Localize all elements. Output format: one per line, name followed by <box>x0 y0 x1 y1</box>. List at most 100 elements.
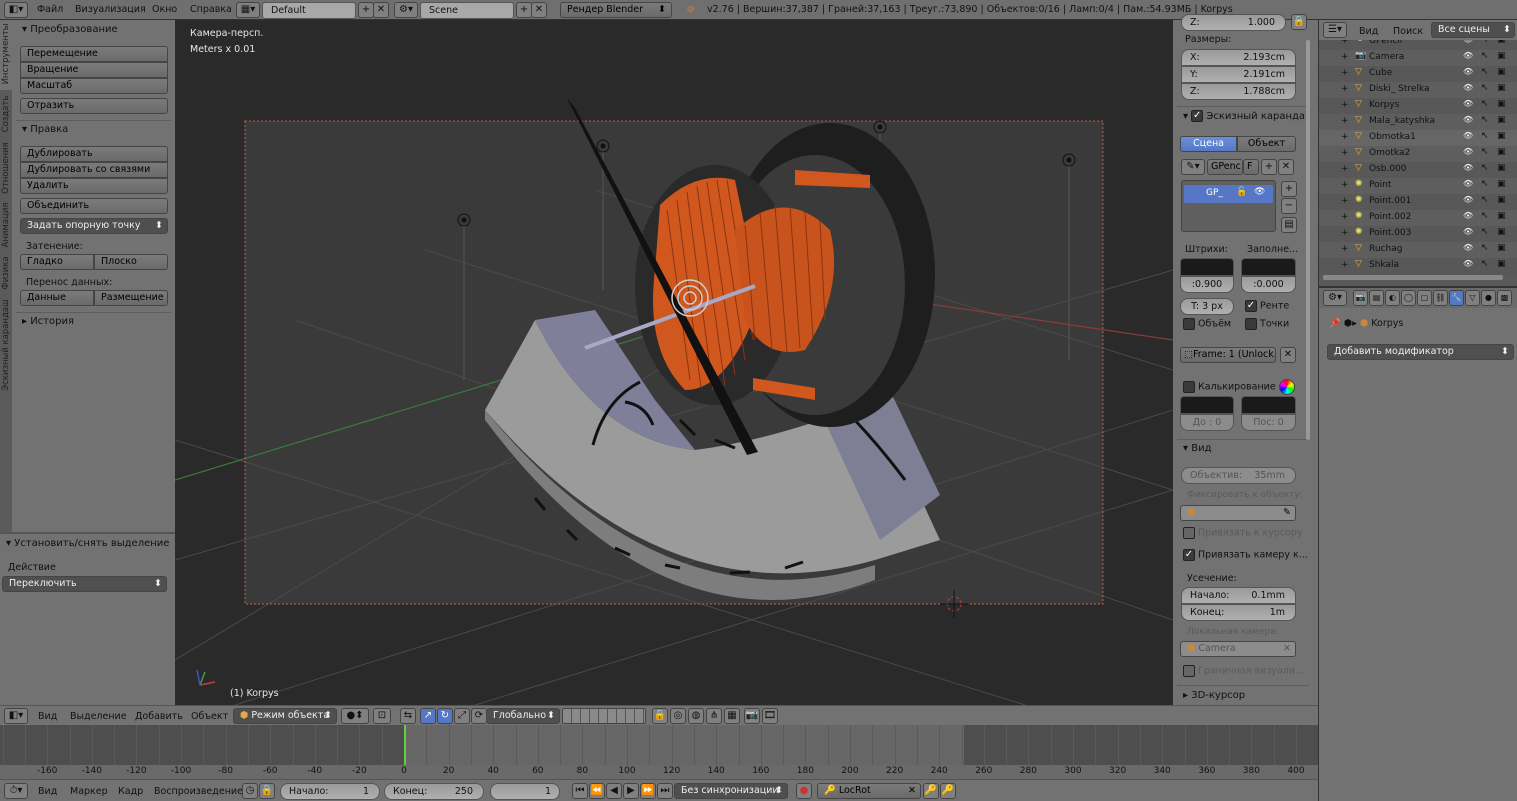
pin-icon[interactable]: 📌 <box>1329 318 1341 329</box>
clip-start-field[interactable]: Начало: 0.1mm <box>1181 587 1296 604</box>
expand-icon[interactable]: + <box>1341 116 1349 126</box>
fill-color-swatch[interactable] <box>1241 258 1296 276</box>
outliner-row[interactable]: + ▽ Korpys 👁 ↖ ▣ <box>1319 98 1517 114</box>
timeline-area[interactable]: -160 -140 -120 -100 -80 -60 -40 -20 0 20 40 60 80 100… <box>0 725 1318 779</box>
layout-field[interactable]: Default <box>262 2 356 19</box>
pivot-icon[interactable]: ⊡ <box>373 708 391 724</box>
play-reverse-icon[interactable]: ◀ <box>606 783 622 799</box>
delete-frame-icon[interactable]: ✕ <box>1280 347 1296 363</box>
tab-grease-pencil-label[interactable]: Эскизный карандаш <box>1 295 11 395</box>
outliner-filter-select[interactable]: Все сцены ⬍ <box>1431 22 1515 38</box>
manipulator-toggle-icon[interactable]: ⇆ <box>400 708 416 724</box>
selectable-cursor-icon[interactable]: ↖ <box>1481 147 1489 157</box>
expand-icon[interactable]: + <box>1341 212 1349 222</box>
selectable-cursor-icon[interactable]: ↖ <box>1481 51 1489 61</box>
move-button[interactable]: Перемещение <box>20 46 168 62</box>
dim-y-field[interactable]: Y: 2.191cm <box>1181 66 1296 83</box>
keying-set-field[interactable]: 🔑 LocRot ✕ <box>817 783 921 799</box>
world-tab-icon[interactable]: ◯ <box>1401 290 1416 306</box>
selectable-cursor-icon[interactable]: ↖ <box>1481 115 1489 125</box>
visibility-eye-icon[interactable]: 👁 <box>1463 163 1473 172</box>
onion-skin-toggle[interactable]: Калькирование <box>1183 381 1276 393</box>
end-frame-field[interactable]: Конец: 250 <box>384 783 484 800</box>
dim-x-field[interactable]: X: 2.193cm <box>1181 49 1296 66</box>
next-keyframe-icon[interactable]: ⏩ <box>640 783 656 799</box>
scale-manipulator-icon[interactable]: ⤢ <box>454 708 470 724</box>
snap-element-icon[interactable]: ▦ <box>724 708 740 724</box>
outliner-row[interactable]: + ✺ Point.003 👁 ↖ ▣ <box>1319 226 1517 242</box>
outliner-row[interactable]: + ✎ GPencil 👁 ↖ ▣ <box>1319 40 1517 50</box>
scrollbar[interactable] <box>1306 40 1310 440</box>
add-modifier-select[interactable]: Добавить модификатор ⬍ <box>1327 344 1514 360</box>
record-icon[interactable]: ● <box>796 783 812 799</box>
menu-file[interactable]: Файл <box>37 4 63 15</box>
lock-layers-icon[interactable]: 🔒 <box>652 708 668 724</box>
dim-z-field[interactable]: Z: 1.788cm <box>1181 83 1296 100</box>
viewport-3d[interactable]: Камера-персп. Meters x 0.01 (1) Korpys <box>175 20 1173 705</box>
onion-skin-checkbox[interactable] <box>1183 381 1195 393</box>
outliner-row[interactable]: + ✺ Point.002 👁 ↖ ▣ <box>1319 210 1517 226</box>
outliner-row[interactable]: + ▽ Osb.000 👁 ↖ ▣ <box>1319 162 1517 178</box>
gp-enable-checkbox[interactable]: ✓ <box>1191 110 1204 122</box>
stroke-opacity-field[interactable]: :0.900 <box>1180 276 1234 293</box>
lock-range-icon[interactable]: 🔒 <box>259 783 275 799</box>
onion-before-field[interactable]: До : 0 <box>1180 414 1234 431</box>
jump-start-icon[interactable]: ⏮ <box>572 783 588 799</box>
volume-toggle[interactable]: Объём <box>1183 318 1231 330</box>
outliner-row[interactable]: + ✺ Point 👁 ↖ ▣ <box>1319 178 1517 194</box>
gp-scene-tab[interactable]: Сцена <box>1180 136 1237 152</box>
outliner-row[interactable]: + ✺ Point.001 👁 ↖ ▣ <box>1319 194 1517 210</box>
expand-icon[interactable]: + <box>1341 164 1349 174</box>
visibility-eye-icon[interactable]: 👁 <box>1463 147 1473 156</box>
insert-keyframe-icon[interactable]: 🔑 <box>923 783 939 799</box>
data-button[interactable]: Данные <box>20 290 94 306</box>
layer-buttons[interactable] <box>562 708 646 724</box>
set-origin-button[interactable]: Задать опорную точку ⬍ <box>20 218 168 234</box>
renderable-camera-icon[interactable]: ▣ <box>1497 243 1506 253</box>
action-select[interactable]: Переключить ⬍ <box>2 576 167 592</box>
points-toggle[interactable]: Точки <box>1245 318 1289 330</box>
grease-pencil-panel-header[interactable]: ▾ ✓ Эскизный каранда <box>1183 110 1305 122</box>
visibility-eye-icon[interactable]: 👁 <box>1463 51 1473 60</box>
expand-icon[interactable]: + <box>1341 180 1349 190</box>
visibility-eye-icon[interactable]: 👁 <box>1463 67 1473 76</box>
editor-type-button[interactable]: ◧▾ <box>4 2 28 18</box>
selectable-cursor-icon[interactable]: ↖ <box>1481 179 1489 189</box>
volume-checkbox[interactable] <box>1183 318 1195 330</box>
gp-object-tab[interactable]: Объект <box>1237 136 1296 152</box>
expand-icon[interactable]: + <box>1341 196 1349 206</box>
start-frame-field[interactable]: Начало: 1 <box>280 783 380 800</box>
play-icon[interactable]: ▶ <box>623 783 639 799</box>
renderable-camera-icon[interactable]: ▣ <box>1497 147 1506 157</box>
points-checkbox[interactable] <box>1245 318 1257 330</box>
outliner-row[interactable]: + ▽ Mala_katyshka 👁 ↖ ▣ <box>1319 114 1517 130</box>
gp-layer-row[interactable]: GP_ 🔓 👁 <box>1184 185 1273 203</box>
selectable-cursor-icon[interactable]: ↖ <box>1481 243 1489 253</box>
outliner-row[interactable]: + 📷 Camera 👁 ↖ ▣ <box>1319 50 1517 66</box>
selectable-cursor-icon[interactable]: ↖ <box>1481 195 1489 205</box>
renderable-camera-icon[interactable]: ▣ <box>1497 99 1506 109</box>
selectable-cursor-icon[interactable]: ↖ <box>1481 83 1489 93</box>
clear-icon[interactable]: ✕ <box>908 784 916 798</box>
visibility-eye-icon[interactable]: 👁 <box>1463 40 1473 44</box>
outliner-row[interactable]: + ▽ Obmotka1 👁 ↖ ▣ <box>1319 130 1517 146</box>
onion-after-field[interactable]: Пос: 0 <box>1241 414 1296 431</box>
renderable-camera-icon[interactable]: ▣ <box>1497 51 1506 61</box>
render-engine-select[interactable]: Рендер Blender ⬍ <box>560 2 672 18</box>
renderable-camera-icon[interactable]: ▣ <box>1497 163 1506 173</box>
renderable-camera-icon[interactable]: ▣ <box>1497 83 1506 93</box>
selectable-cursor-icon[interactable]: ↖ <box>1481 40 1489 45</box>
add-layout-icon[interactable]: + <box>358 2 374 18</box>
renderable-camera-icon[interactable]: ▣ <box>1497 259 1506 269</box>
menu-help[interactable]: Справка <box>190 4 232 15</box>
scale-button[interactable]: Масштаб <box>20 78 168 94</box>
view-panel-header[interactable]: ▾ Вид <box>1183 443 1211 454</box>
lock-to-cursor-toggle[interactable]: Привязать к курсору <box>1183 527 1303 539</box>
expand-icon[interactable]: + <box>1341 228 1349 238</box>
onion-after-swatch[interactable] <box>1241 396 1296 414</box>
renderable-camera-icon[interactable]: ▣ <box>1497 131 1506 141</box>
sync-select[interactable]: Без синхронизации ⬍ <box>674 783 788 799</box>
prev-keyframe-icon[interactable]: ⏪ <box>589 783 605 799</box>
visibility-eye-icon[interactable]: 👁 <box>1463 195 1473 204</box>
selectable-cursor-icon[interactable]: ↖ <box>1481 67 1489 77</box>
